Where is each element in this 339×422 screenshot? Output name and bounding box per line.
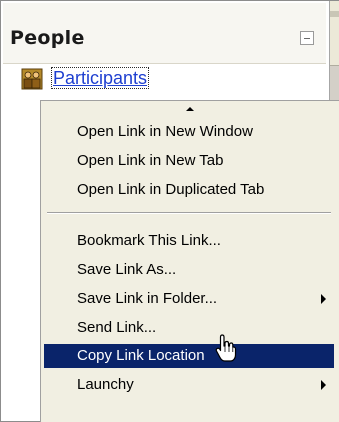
menu-item-label: Save Link As... <box>77 261 177 278</box>
menu-item-label: Open Link in New Tab <box>77 152 224 169</box>
menu-item-label: Launchy <box>77 376 134 393</box>
menu-item-label: Save Link in Folder... <box>77 290 218 307</box>
menu-item-label: Open Link in Duplicated Tab <box>77 181 265 198</box>
people-icon <box>21 68 43 90</box>
menu-item-copy-link-location[interactable]: Copy Link Location <box>44 344 334 368</box>
hand-pointer-icon <box>215 334 237 362</box>
menu-item-bookmark-link[interactable]: Bookmark This Link... <box>44 229 334 253</box>
menu-item-label: Bookmark This Link... <box>77 232 221 249</box>
scrollbar-top <box>330 11 339 17</box>
minus-box-icon[interactable] <box>300 31 314 45</box>
menu-item-save-link-in-folder[interactable]: Save Link in Folder... <box>44 287 334 311</box>
menu-item-save-link-as[interactable]: Save Link As... <box>44 258 334 282</box>
context-menu: Open Link in New Window Open Link in New… <box>40 100 339 422</box>
menu-item-open-duplicated-tab[interactable]: Open Link in Duplicated Tab <box>44 178 334 202</box>
menu-item-label: Copy Link Location <box>77 347 205 364</box>
participants-link[interactable]: Participants <box>51 67 150 89</box>
panel-header: People <box>3 3 326 64</box>
participants-row[interactable]: Participants <box>3 64 326 94</box>
menu-item-open-new-window[interactable]: Open Link in New Window <box>44 120 334 144</box>
menu-item-launchy[interactable]: Launchy <box>44 373 334 397</box>
menu-item-label: Send Link... <box>77 319 157 336</box>
menu-separator <box>47 212 331 214</box>
panel-title: People <box>10 27 85 49</box>
submenu-arrow-icon <box>321 380 326 390</box>
menu-item-send-link[interactable]: Send Link... <box>44 316 334 340</box>
menu-item-open-new-tab[interactable]: Open Link in New Tab <box>44 149 334 173</box>
submenu-arrow-icon <box>321 294 326 304</box>
scroll-up-arrow-icon[interactable] <box>186 107 194 111</box>
menu-item-label: Open Link in New Window <box>77 123 253 140</box>
scrollbar-thumb[interactable] <box>330 65 339 101</box>
